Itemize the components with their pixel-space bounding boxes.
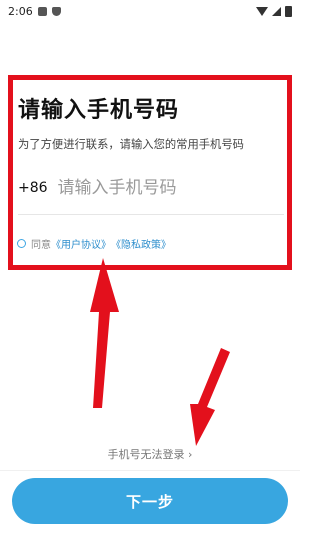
next-step-button[interactable]: 下一步: [12, 478, 288, 524]
battery-icon: [285, 5, 292, 17]
shield-icon: [51, 6, 61, 16]
notification-a-icon: [37, 6, 47, 16]
status-bar: 2:06: [0, 0, 300, 22]
status-left: 2:06: [8, 5, 61, 18]
cant-login-link[interactable]: 手机号无法登录 ›: [0, 446, 300, 462]
status-right: [256, 5, 292, 17]
highlight-box: [8, 75, 292, 270]
divider: [0, 470, 300, 471]
arrow-up-to-box: [90, 258, 119, 408]
signal-icon: [272, 6, 281, 16]
wifi-icon: [256, 6, 268, 16]
status-time: 2:06: [8, 4, 33, 18]
arrow-down-to-link: [190, 348, 230, 446]
